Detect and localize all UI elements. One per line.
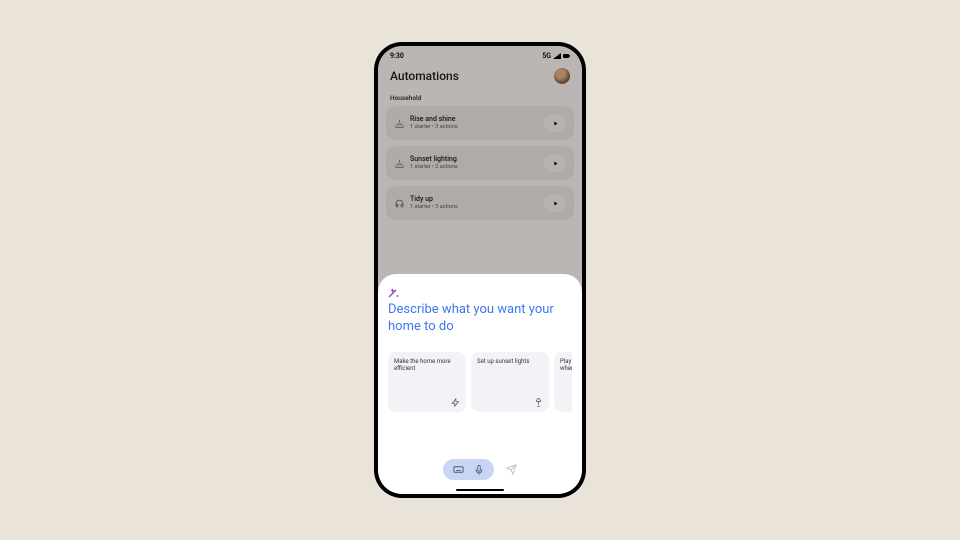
- keyboard-button[interactable]: [453, 464, 464, 475]
- chip-play-partial[interactable]: Play s when: [554, 352, 572, 412]
- input-pill: [443, 459, 494, 480]
- chip-label: Play s when: [560, 358, 572, 372]
- screen: 9:30 5G Automations Household Rise and s…: [378, 46, 582, 494]
- mic-icon: [474, 465, 484, 475]
- bolt-icon: [451, 398, 460, 407]
- mic-button[interactable]: [474, 465, 484, 475]
- chip-efficient[interactable]: Make the home more efficient: [388, 352, 466, 412]
- home-indicator[interactable]: [456, 489, 504, 492]
- phone-frame: 9:30 5G Automations Household Rise and s…: [374, 42, 586, 498]
- chip-label: Make the home more efficient: [394, 358, 451, 372]
- input-row: [388, 459, 572, 480]
- wand-icon: [388, 284, 400, 296]
- sheet-title: Describe what you want your home to do: [388, 302, 572, 336]
- bottom-sheet: Describe what you want your home to do M…: [378, 274, 582, 494]
- send-button: [506, 464, 517, 475]
- send-icon: [506, 464, 517, 475]
- keyboard-icon: [453, 464, 464, 475]
- lamp-icon: [534, 398, 543, 407]
- chip-sunset-lights[interactable]: Set up sunset lights: [471, 352, 549, 412]
- suggestion-chips: Make the home more efficient Set up suns…: [388, 352, 572, 412]
- chip-label: Set up sunset lights: [477, 358, 529, 365]
